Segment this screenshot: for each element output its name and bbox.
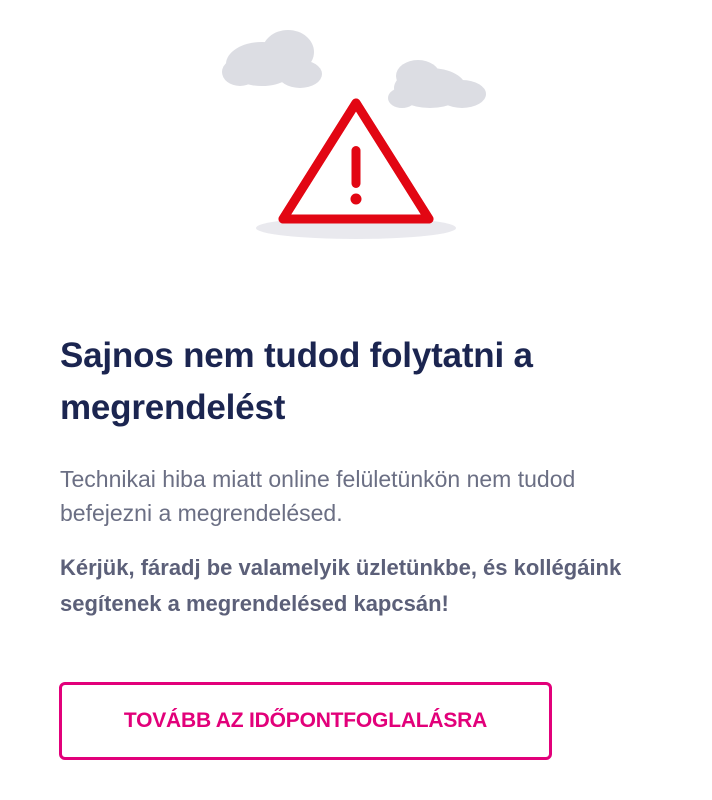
exclamation-bar <box>351 146 361 188</box>
error-message: Technikai hiba miatt online felületünkön… <box>60 466 576 526</box>
continue-booking-button[interactable]: TOVÁBB AZ IDŐPONTFOGLALÁSRA <box>59 682 552 760</box>
cloud-right-icon <box>388 60 486 108</box>
continue-booking-label: TOVÁBB AZ IDŐPONTFOGLALÁSRA <box>123 709 488 732</box>
error-content: Sajnos nem tudod folytatni a megrendelés… <box>60 330 660 622</box>
error-title: Sajnos nem tudod folytatni a megrendelés… <box>60 336 533 427</box>
error-instruction: Kérjük, fáradj be valamelyik üzletünkbe,… <box>60 555 622 616</box>
cloud-left-icon <box>222 30 322 88</box>
exclamation-dot <box>350 193 362 205</box>
warning-triangle-icon <box>278 98 434 224</box>
error-illustration <box>0 0 712 260</box>
